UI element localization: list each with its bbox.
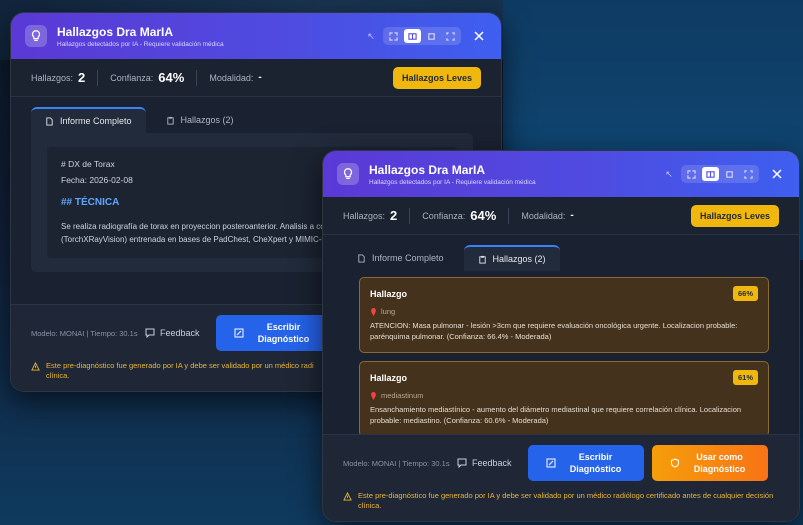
tab-label: Hallazgos (2) <box>180 115 234 125</box>
stats-bar: Hallazgos: 2 Confianza: 64% Modalidad: -… <box>323 197 799 235</box>
modality-value: - <box>570 210 574 221</box>
findings-list: Hallazgo 66% lung ATENCION: Masa pulmona… <box>323 271 799 437</box>
disclaimer: Este pre-diagnóstico fue generado por IA… <box>323 487 799 521</box>
view-mode-group <box>681 165 759 183</box>
confidence-value: 64% <box>470 208 497 223</box>
edit-icon <box>234 328 244 338</box>
edit-icon <box>546 458 556 468</box>
tab-full-report[interactable]: Informe Completo <box>31 107 146 133</box>
write-diagnosis-button[interactable]: Escribir Diagnóstico <box>215 315 332 351</box>
feedback-button[interactable]: Feedback <box>457 458 512 468</box>
clipboard-icon <box>166 116 174 125</box>
severity-badge: Hallazgos Leves <box>690 204 779 227</box>
warning-icon <box>31 362 40 371</box>
modality-value: - <box>258 72 262 83</box>
location-pin-icon <box>371 307 376 316</box>
finding-location: lung <box>381 307 396 316</box>
stats-bar: Hallazgos: 2 Confianza: 64% Modalidad: -… <box>11 59 501 97</box>
findings-window-list: Hallazgos Dra MarIA Hallazgos detectados… <box>322 150 800 522</box>
disclaimer-text: Este pre-diagnóstico fue generado por IA… <box>358 491 774 510</box>
disclaimer-text: Este pre-diagnóstico fue generado por IA… <box>46 361 314 380</box>
modality-label: Modalidad: <box>209 72 254 83</box>
tab-full-report[interactable]: Informe Completo <box>343 245 458 271</box>
use-as-diagnosis-label: Usar como Diagnóstico <box>693 452 746 474</box>
findings-count-value: 2 <box>390 208 398 223</box>
finding-card[interactable]: Hallazgo 61% mediastinum Ensanchamiento … <box>359 361 769 437</box>
finding-title: Hallazgo <box>370 288 408 299</box>
finding-title: Hallazgo <box>370 372 408 383</box>
divider <box>508 207 510 224</box>
footer: Modelo: MONAI | Tiempo: 30.1s Feedback E… <box>323 434 799 521</box>
confidence-label: Confianza: <box>110 72 154 83</box>
findings-count-value: 2 <box>78 70 86 85</box>
write-diagnosis-button[interactable]: Escribir Diagnóstico <box>527 445 644 481</box>
view-mode-group <box>383 27 461 45</box>
window-icon[interactable] <box>721 167 738 181</box>
split-view-icon[interactable] <box>404 29 421 43</box>
link-icon[interactable]: ↖ <box>365 31 377 42</box>
document-icon <box>358 253 365 263</box>
write-diagnosis-label: Escribir Diagnóstico <box>569 452 622 474</box>
close-icon[interactable] <box>471 28 487 44</box>
divider <box>409 207 411 224</box>
clipboard-icon <box>478 255 486 264</box>
lightbulb-icon <box>337 163 359 185</box>
finding-description: Ensanchamiento mediastínico - aumento de… <box>370 405 742 425</box>
close-icon[interactable] <box>769 166 785 182</box>
shield-icon <box>670 458 679 468</box>
fullscreen-icon[interactable] <box>740 167 757 181</box>
chat-icon <box>145 328 155 338</box>
findings-count-label: Hallazgos: <box>343 210 386 221</box>
window-title: Hallazgos Dra MarIA <box>369 162 486 177</box>
finding-card[interactable]: Hallazgo 66% lung ATENCION: Masa pulmona… <box>359 277 769 353</box>
model-info: Modelo: MONAI | Tiempo: 30.1s <box>31 328 138 338</box>
divider <box>97 69 99 86</box>
link-icon[interactable]: ↖ <box>663 169 675 180</box>
severity-badge: Hallazgos Leves <box>392 66 481 89</box>
window-subtitle: Hallazgos detectados por IA - Requiere v… <box>57 40 224 48</box>
window-subtitle: Hallazgos detectados por IA - Requiere v… <box>369 178 536 186</box>
fullscreen-icon[interactable] <box>442 29 459 43</box>
finding-confidence-badge: 61% <box>732 370 758 385</box>
feedback-label: Feedback <box>472 458 512 468</box>
window-icon[interactable] <box>423 29 440 43</box>
tab-bar: Informe Completo Hallazgos (2) <box>323 235 799 271</box>
modality-label: Modalidad: <box>521 210 566 221</box>
finding-location: mediastinum <box>381 391 424 400</box>
split-view-icon[interactable] <box>702 167 719 181</box>
model-info: Modelo: MONAI | Tiempo: 30.1s <box>343 458 450 468</box>
warning-icon <box>343 492 352 501</box>
window-title: Hallazgos Dra MarIA <box>57 24 174 39</box>
feedback-label: Feedback <box>160 328 200 338</box>
confidence-label: Confianza: <box>422 210 466 221</box>
titlebar[interactable]: Hallazgos Dra MarIA Hallazgos detectados… <box>11 13 501 59</box>
document-icon <box>46 116 53 126</box>
tab-findings[interactable]: Hallazgos (2) <box>463 245 560 271</box>
tab-findings[interactable]: Hallazgos (2) <box>152 107 248 133</box>
feedback-button[interactable]: Feedback <box>145 328 200 338</box>
write-diagnosis-label: Escribir Diagnóstico <box>257 322 310 344</box>
use-as-diagnosis-button[interactable]: Usar como Diagnóstico <box>651 445 768 481</box>
finding-description: ATENCION: Masa pulmonar - lesión >3cm qu… <box>370 321 738 341</box>
chat-icon <box>457 458 467 468</box>
titlebar[interactable]: Hallazgos Dra MarIA Hallazgos detectados… <box>323 151 799 197</box>
lightbulb-icon <box>25 25 47 47</box>
expand-icon[interactable] <box>683 167 700 181</box>
expand-icon[interactable] <box>385 29 402 43</box>
finding-confidence-badge: 66% <box>732 286 758 301</box>
tab-bar: Informe Completo Hallazgos (2) <box>11 97 501 133</box>
confidence-value: 64% <box>158 70 185 85</box>
tab-label: Hallazgos (2) <box>492 254 546 264</box>
tab-label: Informe Completo <box>372 253 444 263</box>
tab-label: Informe Completo <box>60 116 132 126</box>
location-pin-icon <box>371 391 376 400</box>
findings-count-label: Hallazgos: <box>31 72 74 83</box>
divider <box>196 69 198 86</box>
